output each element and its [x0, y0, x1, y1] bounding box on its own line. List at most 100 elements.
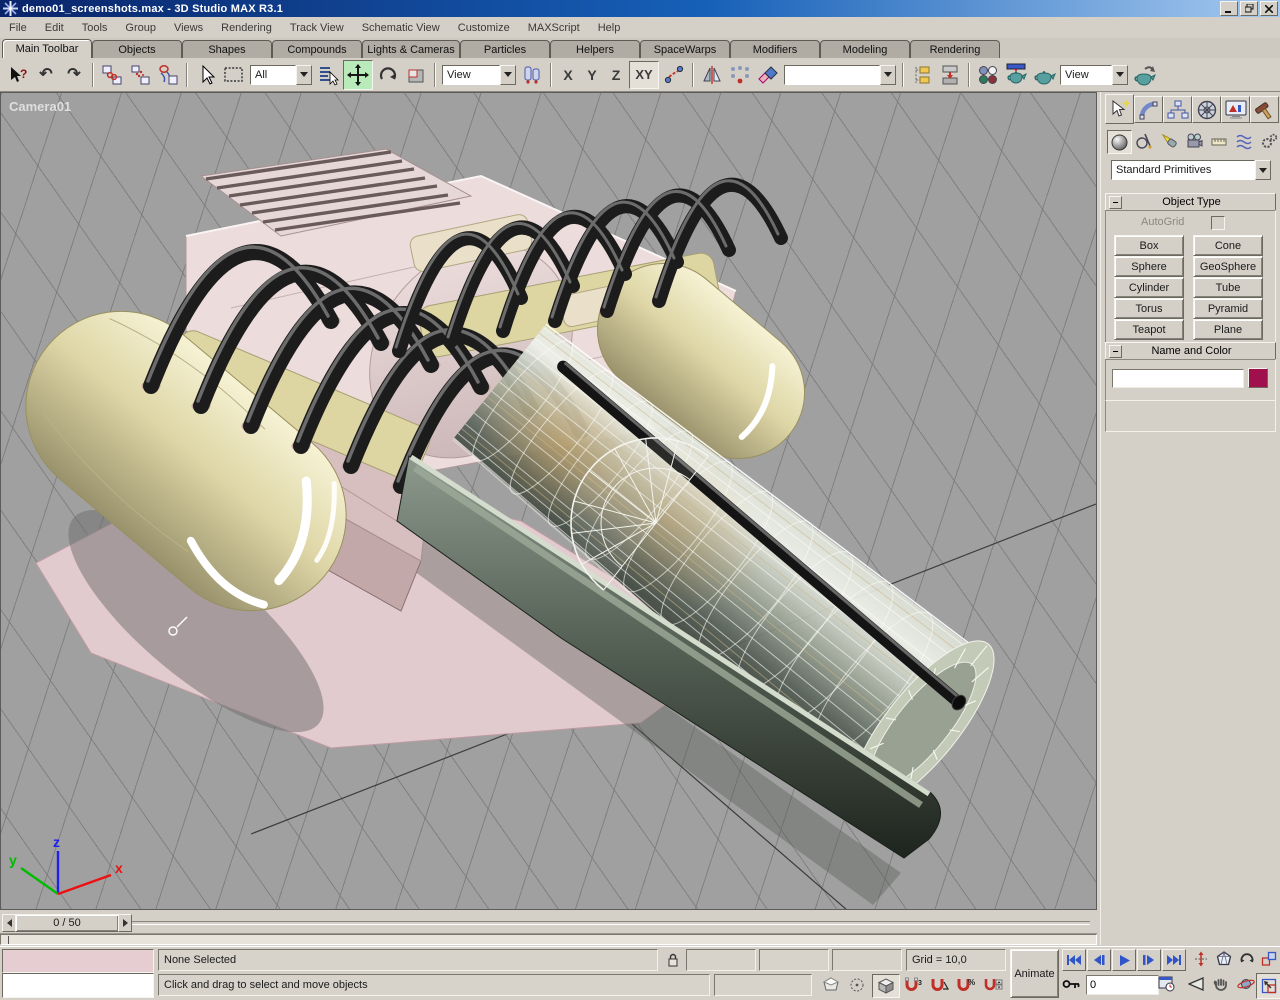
unlink-selection-icon[interactable] [127, 62, 153, 88]
orbit-camera-icon[interactable] [1235, 974, 1257, 994]
zoom-extents-icon[interactable] [1213, 949, 1235, 969]
coord-x-field[interactable] [686, 949, 756, 971]
reference-coordinate-dropdown[interactable]: View [442, 65, 516, 85]
render-type-dropdown[interactable]: View [1060, 65, 1128, 85]
dropdown-arrow-icon[interactable] [880, 65, 896, 85]
time-forward-arrow[interactable] [118, 914, 132, 932]
create-geosphere-button[interactable]: GeoSphere [1193, 256, 1263, 277]
create-cylinder-button[interactable]: Cylinder [1114, 277, 1184, 298]
collapse-icon[interactable] [1109, 345, 1122, 358]
menu-maxscript[interactable]: MAXScript [519, 19, 589, 37]
create-torus-button[interactable]: Torus [1114, 298, 1184, 319]
menu-group[interactable]: Group [116, 19, 165, 37]
open-schematic-view-icon[interactable] [937, 62, 963, 88]
time-tag-field[interactable] [714, 974, 812, 996]
selection-region-icon[interactable] [846, 975, 868, 995]
category-cameras[interactable] [1182, 130, 1205, 152]
menu-views[interactable]: Views [165, 19, 212, 37]
menu-track-view[interactable]: Track View [281, 19, 353, 37]
undo-icon[interactable]: ↶ [33, 62, 59, 88]
collapse-icon[interactable] [1109, 196, 1122, 209]
autogrid-checkbox[interactable] [1211, 216, 1225, 230]
key-mode-toggle-icon[interactable] [1060, 974, 1082, 994]
named-selection-dropdown[interactable] [784, 65, 896, 85]
open-track-view-icon[interactable] [909, 62, 935, 88]
play-icon[interactable] [1112, 949, 1136, 971]
select-object-icon[interactable] [193, 62, 219, 88]
tab-lights-cameras[interactable]: Lights & Cameras [362, 40, 460, 58]
redo-icon[interactable]: ↷ [61, 62, 87, 88]
menu-rendering[interactable]: Rendering [212, 19, 281, 37]
dolly-camera-icon[interactable] [1190, 949, 1212, 969]
percent-snap-icon[interactable]: % [954, 975, 976, 995]
maxscript-mini-listener-pink[interactable] [2, 949, 154, 973]
tab-utilities[interactable] [1250, 96, 1279, 123]
time-configuration-icon[interactable] [1156, 974, 1178, 994]
restore-button[interactable] [1240, 1, 1258, 16]
restrict-z-button[interactable]: Z [605, 62, 627, 88]
time-slider-handle[interactable]: 0 / 50 [15, 914, 119, 932]
menu-customize[interactable]: Customize [449, 19, 519, 37]
select-and-manipulate-icon[interactable] [661, 62, 687, 88]
animate-button[interactable]: Animate [1010, 949, 1059, 998]
tab-create[interactable] [1105, 94, 1134, 124]
truck-camera-icon[interactable] [1210, 974, 1232, 994]
time-slider-track[interactable] [132, 921, 1090, 925]
menu-file[interactable]: File [0, 19, 36, 37]
go-to-start-icon[interactable] [1062, 949, 1086, 971]
tab-display[interactable] [1221, 96, 1250, 123]
align-icon[interactable] [755, 62, 781, 88]
camera-viewport[interactable]: z y x Camera01 [0, 92, 1097, 910]
create-cone-button[interactable]: Cone [1193, 235, 1263, 256]
shaded-view-icon[interactable] [820, 975, 842, 995]
object-color-swatch[interactable] [1248, 368, 1268, 388]
close-button[interactable] [1260, 1, 1278, 16]
angle-snap-icon[interactable] [928, 975, 950, 995]
category-space-warps[interactable] [1232, 130, 1255, 152]
roll-camera-icon[interactable] [1236, 949, 1258, 969]
select-by-name-icon[interactable] [315, 62, 341, 88]
category-lights[interactable] [1157, 130, 1180, 152]
create-box-button[interactable]: Box [1114, 235, 1184, 256]
tab-modify[interactable] [1134, 96, 1163, 123]
selection-lock-icon[interactable] [662, 950, 684, 970]
tab-main-toolbar[interactable]: Main Toolbar [2, 39, 92, 58]
menu-help[interactable]: Help [589, 19, 630, 37]
bind-to-space-warp-icon[interactable] [155, 62, 181, 88]
degradation-override-icon[interactable] [872, 974, 900, 998]
restrict-x-button[interactable]: X [557, 62, 579, 88]
select-and-rotate-icon[interactable] [375, 62, 401, 88]
previous-frame-icon[interactable] [1087, 949, 1111, 971]
selection-filter-dropdown[interactable]: All [250, 65, 312, 85]
minimize-button[interactable] [1220, 1, 1238, 16]
primitive-category-dropdown[interactable]: Standard Primitives [1111, 160, 1271, 180]
maxscript-mini-listener-white[interactable] [2, 973, 154, 998]
render-scene-icon[interactable] [1003, 62, 1029, 88]
menu-edit[interactable]: Edit [36, 19, 73, 37]
quick-render-icon[interactable] [1031, 62, 1057, 88]
category-geometry[interactable] [1107, 130, 1132, 154]
min-max-toggle-icon[interactable] [1256, 973, 1280, 999]
create-teapot-button[interactable]: Teapot [1114, 319, 1184, 340]
tab-shapes[interactable]: Shapes [182, 40, 272, 58]
restrict-y-button[interactable]: Y [581, 62, 603, 88]
category-systems[interactable] [1257, 130, 1280, 152]
material-editor-icon[interactable] [975, 62, 1001, 88]
object-type-rollout-header[interactable]: Object Type [1105, 193, 1276, 211]
array-icon[interactable] [727, 62, 753, 88]
mirror-icon[interactable] [699, 62, 725, 88]
next-frame-icon[interactable] [1137, 949, 1161, 971]
viewport-label[interactable]: Camera01 [9, 99, 71, 114]
menu-tools[interactable]: Tools [73, 19, 117, 37]
coord-z-field[interactable] [832, 949, 902, 971]
tab-hierarchy[interactable] [1163, 96, 1192, 123]
dropdown-arrow-icon[interactable] [1255, 160, 1271, 180]
help-mode-icon[interactable]: ? [5, 62, 31, 88]
tab-rendering[interactable]: Rendering [910, 40, 1000, 58]
select-and-scale-icon[interactable] [403, 62, 429, 88]
go-to-end-icon[interactable] [1162, 949, 1186, 971]
create-plane-button[interactable]: Plane [1193, 319, 1263, 340]
spinner-snap-icon[interactable] [982, 975, 1004, 995]
use-pivot-point-icon[interactable] [519, 62, 545, 88]
tab-particles[interactable]: Particles [460, 40, 550, 58]
